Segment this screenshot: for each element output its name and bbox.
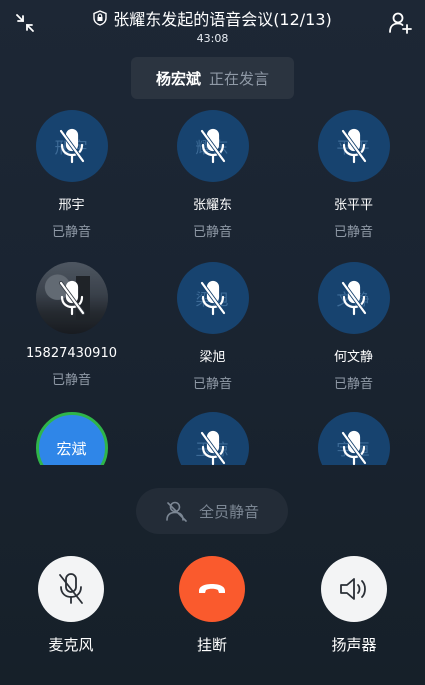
avatar: 宇恒 xyxy=(317,412,390,465)
conference-title: 张耀东发起的语音会议(12/13) xyxy=(113,10,332,29)
hangup-control[interactable]: 挂断 xyxy=(152,556,272,655)
avatar-initials: 宏斌 xyxy=(56,440,87,458)
participant-card[interactable]: 玉琼 xyxy=(142,412,283,465)
microphone-button[interactable] xyxy=(38,556,104,622)
participant-card[interactable]: 耀东 张耀东 已静音 xyxy=(142,110,283,240)
participant-status: 已静音 xyxy=(51,373,91,388)
participant-name: 邢宇 xyxy=(58,198,85,213)
participant-name: 张平平 xyxy=(333,198,373,213)
active-speaker-name: 杨宏斌 xyxy=(155,69,201,88)
call-timer: 43:08 xyxy=(196,32,229,45)
participant-card[interactable]: 15827430910 已静音 xyxy=(1,262,142,388)
hangup-icon xyxy=(199,584,225,593)
speaker-button[interactable] xyxy=(321,556,387,622)
speaker-control[interactable]: 扬声器 xyxy=(294,556,414,655)
participant-card[interactable]: 宏斌 xyxy=(1,412,142,465)
avatar: 平平 xyxy=(317,110,390,182)
participant-name: 15827430910 xyxy=(26,346,117,361)
mic-muted-icon xyxy=(199,430,226,465)
avatar: 文静 xyxy=(317,262,390,334)
mic-off-icon xyxy=(59,573,83,604)
conference-header: 张耀东发起的语音会议(12/13) 43:08 xyxy=(0,6,425,45)
microphone-control[interactable]: 麦克风 xyxy=(11,556,131,655)
participant-card[interactable]: 平平 张平平 已静音 xyxy=(283,110,424,240)
mic-muted-icon xyxy=(199,280,226,316)
participant-status: 已静音 xyxy=(51,225,91,240)
hangup-label: 挂断 xyxy=(196,636,227,654)
participant-name: 何文静 xyxy=(333,350,373,365)
mic-muted-icon xyxy=(340,280,367,316)
participant-card[interactable]: 梁旭 梁旭 已静音 xyxy=(142,262,283,392)
mute-all-button[interactable]: 全员静音 xyxy=(136,488,288,534)
participant-status: 已静音 xyxy=(333,225,373,240)
avatar-photo xyxy=(35,262,108,334)
participant-status: 已静音 xyxy=(192,377,232,392)
add-person-icon[interactable] xyxy=(387,10,413,36)
avatar: 邢宇 xyxy=(35,110,108,182)
avatar: 梁旭 xyxy=(176,262,249,334)
mic-muted-icon xyxy=(58,128,85,164)
avatar: 耀东 xyxy=(176,110,249,182)
active-speaker-status: 正在发言 xyxy=(209,69,270,88)
mic-muted-icon xyxy=(199,128,226,164)
participant-card[interactable]: 宇恒 xyxy=(283,412,424,465)
active-speaker-banner: 杨宏斌 正在发言 xyxy=(131,57,294,99)
participant-status: 已静音 xyxy=(192,225,232,240)
shield-lock-icon xyxy=(93,10,107,26)
mute-all-icon xyxy=(166,501,187,522)
participant-grid[interactable]: 邢宇 邢宇 已静音 耀东 xyxy=(0,110,425,465)
microphone-label: 麦克风 xyxy=(48,636,94,654)
participant-name: 梁旭 xyxy=(199,350,226,365)
speaker-label: 扬声器 xyxy=(331,636,377,654)
avatar: 玉琼 xyxy=(176,412,249,465)
participant-card[interactable]: 文静 何文静 已静音 xyxy=(283,262,424,392)
participant-status: 已静音 xyxy=(333,377,373,392)
voice-conference-screen: 张耀东发起的语音会议(12/13) 43:08 杨宏斌 正在发言 邢宇 已静音 … xyxy=(0,0,425,685)
mic-muted-icon xyxy=(58,280,85,316)
hangup-button[interactable] xyxy=(179,556,245,622)
participant-card[interactable]: 邢宇 邢宇 已静音 xyxy=(1,110,142,240)
participant-name: 张耀东 xyxy=(192,198,232,213)
mic-muted-icon xyxy=(340,128,367,164)
mute-all-label: 全员静音 xyxy=(198,502,259,521)
avatar-self: 宏斌 xyxy=(35,412,108,465)
speaker-icon xyxy=(340,578,366,600)
mic-muted-icon xyxy=(340,430,367,465)
